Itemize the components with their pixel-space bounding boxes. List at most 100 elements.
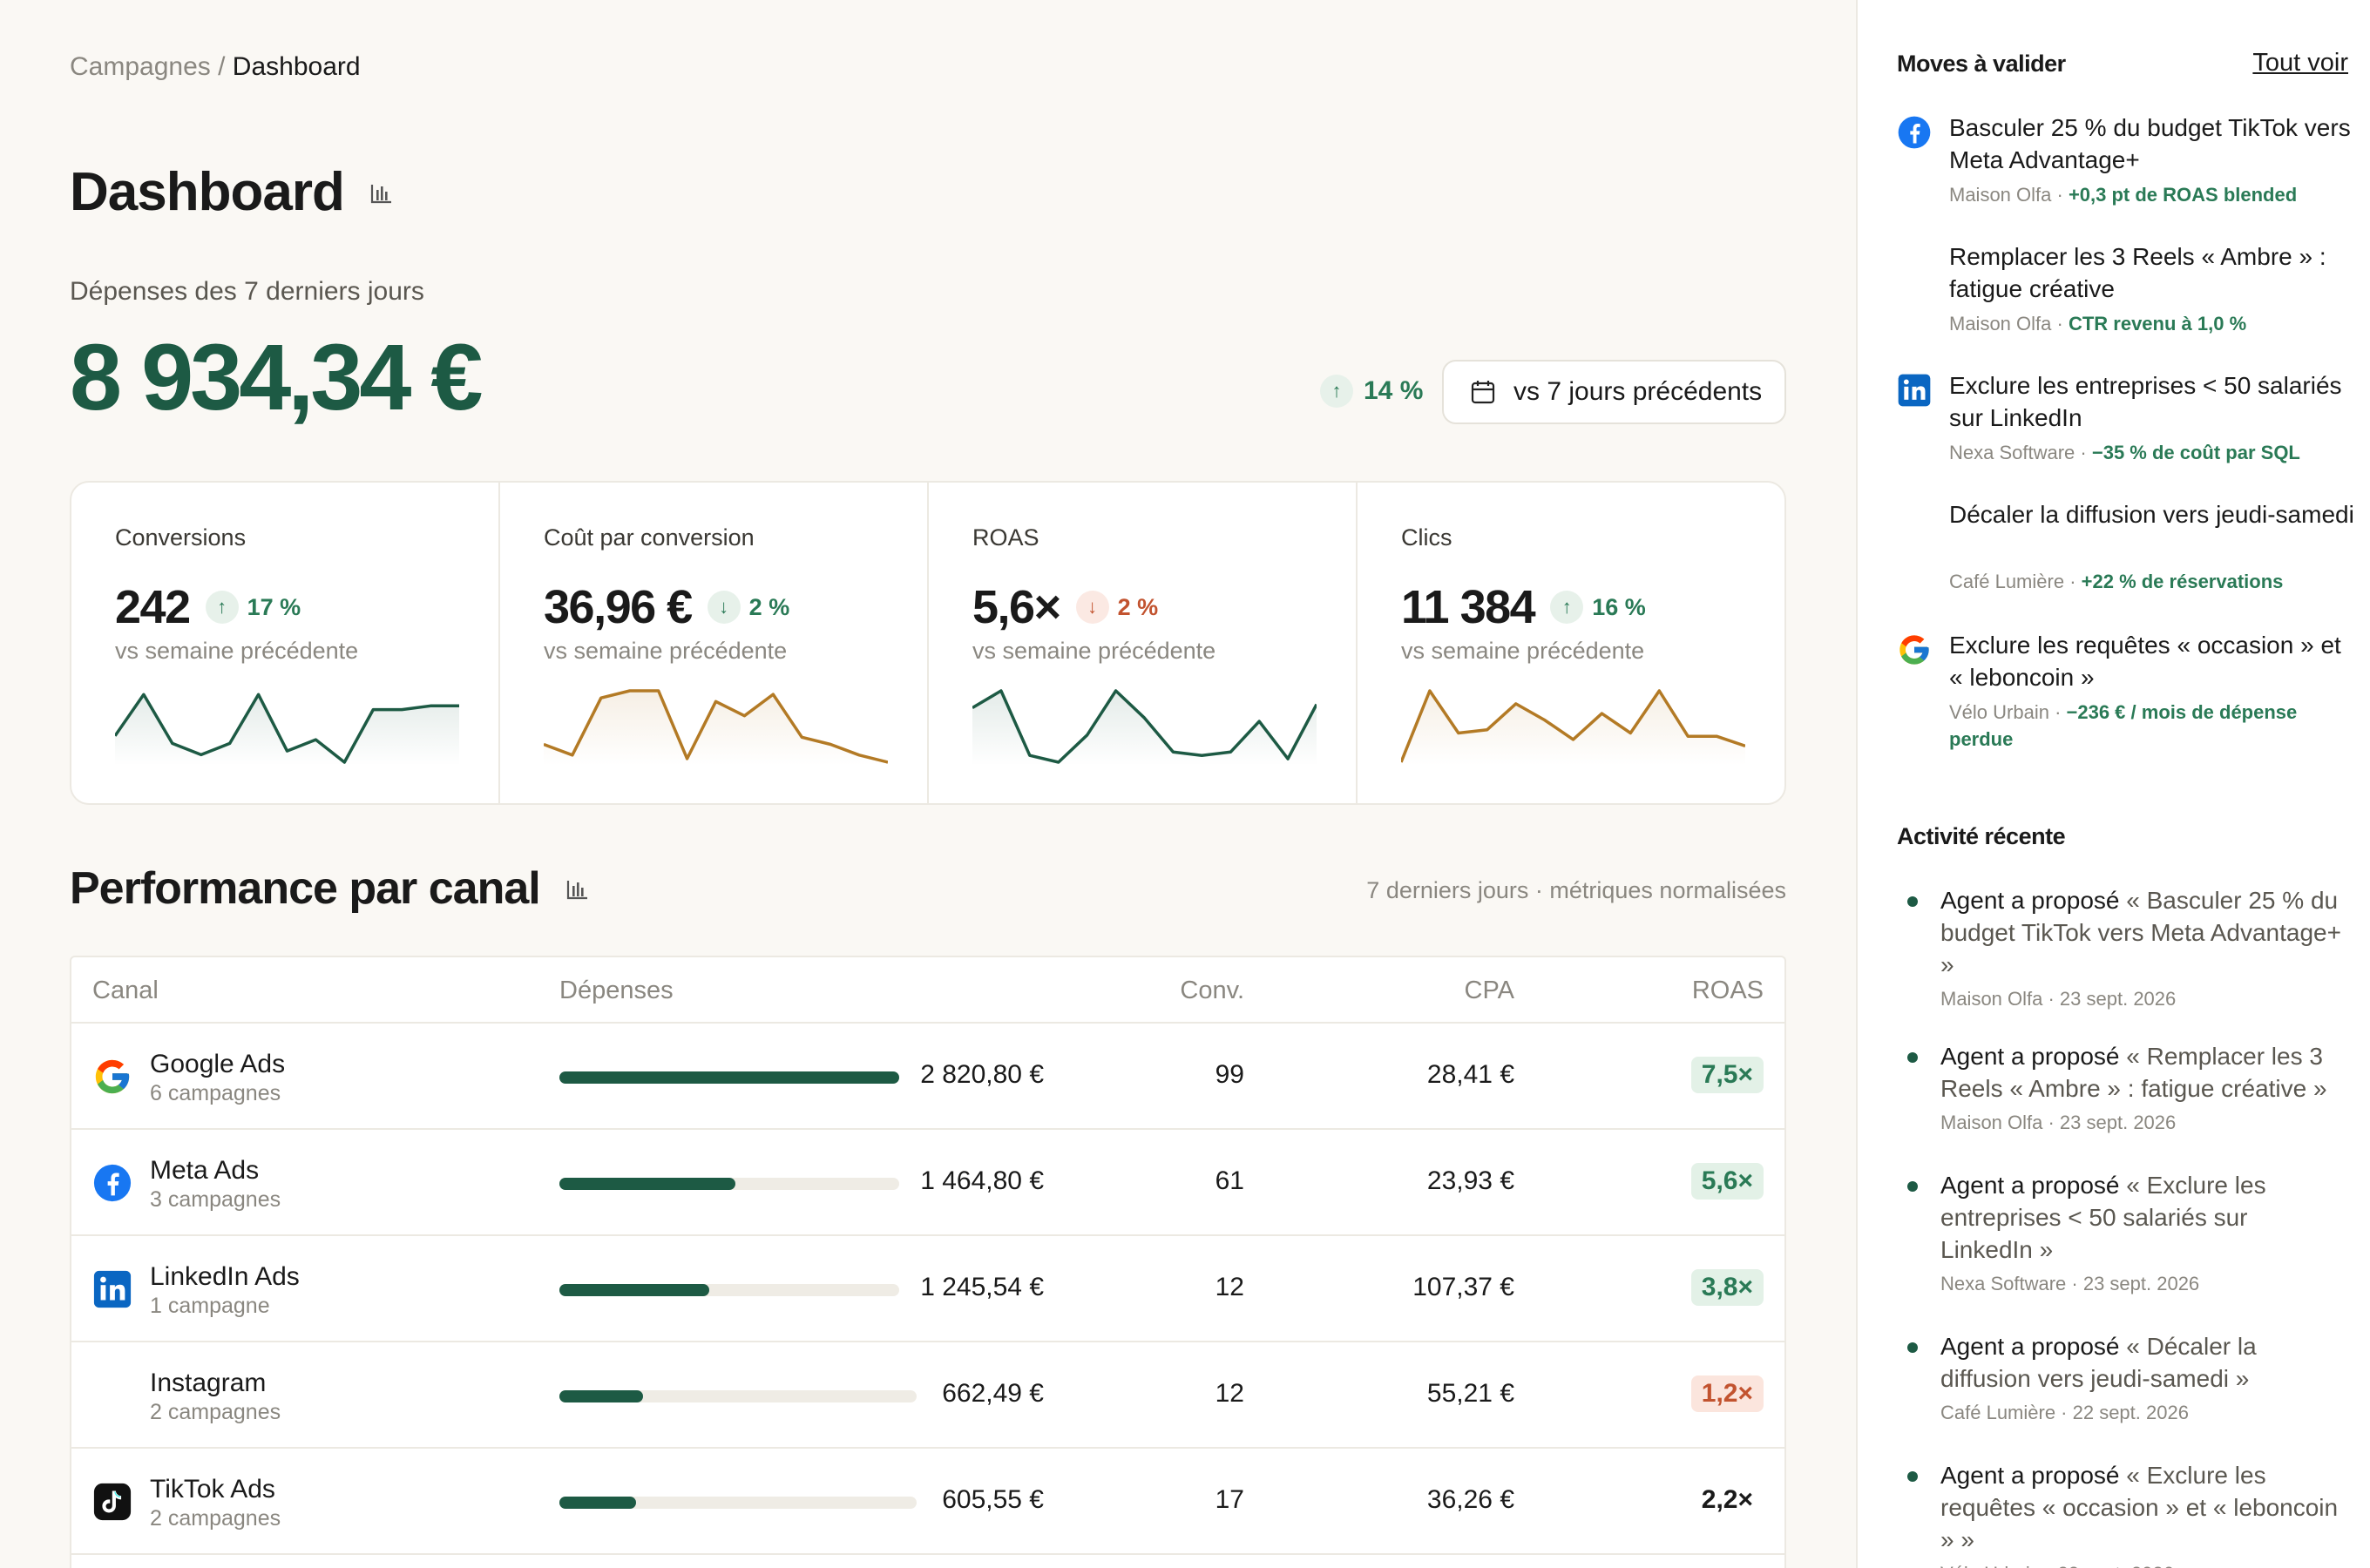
kpi-0: Conversions 242 ↑ 17 % vs semaine précéd…: [71, 483, 500, 803]
spend-delta-value: 14 %: [1364, 376, 1424, 405]
activity-meta: Maison Olfa · 23 sept. 2026: [1940, 988, 2177, 1010]
compare-period-label: vs 7 jours précédents: [1513, 377, 1763, 406]
section-title: Performance par canal: [70, 862, 591, 915]
spend-bar: [559, 1178, 899, 1190]
kpi-value-row: 11 384 ↑ 16 %: [1401, 580, 1646, 634]
breadcrumb-parent[interactable]: Campagnes: [70, 52, 211, 81]
move-item[interactable]: Basculer 25 % du budget TikTok vers Meta…: [1897, 112, 2351, 233]
calendar-icon: [1471, 381, 1495, 404]
channel-name: LinkedIn Ads: [150, 1262, 300, 1291]
main-panel: Campagnes / Dashboard Dashboard Dépenses…: [0, 0, 1856, 1568]
table-row[interactable]: Instagram 2 campagnes 662,49 € 12 55,21 …: [71, 1342, 1784, 1449]
channel-spend: 605,55 €: [942, 1485, 1044, 1514]
section-title-text: Performance par canal: [70, 863, 541, 914]
kpi-label: Coût par conversion: [544, 524, 755, 551]
activity-meta: Vélo Urbain · 22 sept. 2026: [1940, 1563, 2174, 1568]
move-client: Nexa Software: [1949, 442, 2075, 463]
move-client: Maison Olfa: [1949, 313, 2052, 335]
activity-meta: Maison Olfa · 23 sept. 2026: [1940, 1112, 2177, 1133]
channel-spend: 1 245,54 €: [920, 1273, 1044, 1301]
channel-conversions: 61: [1215, 1166, 1244, 1195]
activity-actor: Agent a proposé: [1940, 1333, 2120, 1360]
channel-campaign-count: 2 campagnes: [150, 1400, 281, 1424]
breadcrumb-separator: /: [218, 52, 226, 81]
moves-title: Moves à valider: [1897, 51, 2066, 77]
linkedin-logo: [92, 1269, 132, 1309]
move-impact: +22 % de réservations: [2081, 571, 2284, 592]
move-client: Vélo Urbain: [1949, 701, 2049, 723]
kpi-delta: ↑ 17 %: [205, 591, 301, 624]
activity-dot: [1907, 1181, 1918, 1192]
right-sidebar: Moves à valider Tout voir Basculer 25 % …: [1856, 0, 2370, 1568]
kpi-comparison: vs semaine précédente: [972, 638, 1216, 664]
move-item[interactable]: Exclure les requêtes « occasion » et « l…: [1897, 629, 2350, 751]
google-icon: [1897, 632, 1932, 667]
move-impact: +0,3 pt de ROAS blended: [2068, 184, 2298, 206]
table-body: Google Ads 6 campagnes 2 820,80 € 99 28,…: [71, 1024, 1784, 1555]
sparkline-area: [1401, 691, 1745, 766]
kpi-comparison: vs semaine précédente: [544, 638, 788, 664]
bar-chart-icon[interactable]: [565, 875, 591, 902]
header-spend[interactable]: Dépenses: [559, 977, 674, 1005]
kpi-card: Conversions 242 ↑ 17 % vs semaine précéd…: [70, 481, 1786, 805]
channel-cpa: 55,21 €: [1426, 1379, 1514, 1408]
spend-bar-fill: [559, 1178, 736, 1190]
move-client: Maison Olfa: [1949, 184, 2052, 206]
activity-text: Agent a proposé « Exclure les entreprise…: [1940, 1169, 2341, 1266]
kpi-value-row: 5,6× ↓ 2 %: [972, 580, 1158, 634]
channel-spend: 662,49 €: [942, 1379, 1044, 1408]
header-channel[interactable]: Canal: [92, 977, 159, 1005]
header-roas[interactable]: ROAS: [1692, 977, 1764, 1005]
spend-bar: [559, 1071, 899, 1084]
kpi-label: ROAS: [972, 524, 1039, 551]
channel-name: Instagram: [150, 1369, 267, 1397]
move-client: Café Lumière: [1949, 571, 2065, 592]
move-item[interactable]: Remplacer les 3 Reels « Ambre » : fatigu…: [1897, 240, 2350, 362]
page-title: Dashboard: [70, 161, 395, 223]
table-row[interactable]: Meta Ads 3 campagnes 1 464,80 € 61 23,93…: [71, 1130, 1784, 1236]
header-cpa[interactable]: CPA: [1465, 977, 1514, 1005]
kpi-1: Coût par conversion 36,96 € ↓ 2 % vs sem…: [500, 483, 929, 803]
spend-label: Dépenses des 7 derniers jours: [70, 277, 424, 306]
kpi-label: Conversions: [115, 524, 247, 551]
bar-chart-icon[interactable]: [369, 179, 395, 206]
table-row[interactable]: TikTok Ads 2 campagnes 605,55 € 17 36,26…: [71, 1449, 1784, 1555]
channel-name: Google Ads: [150, 1050, 286, 1078]
table-row[interactable]: LinkedIn Ads 1 campagne 1 245,54 € 12 10…: [71, 1236, 1784, 1342]
channel-cpa: 28,41 €: [1426, 1060, 1514, 1089]
activity-meta: Café Lumière · 22 sept. 2026: [1940, 1402, 2189, 1423]
channel-conversions: 12: [1215, 1379, 1244, 1408]
kpi-comparison: vs semaine précédente: [115, 638, 359, 664]
activity-actor: Agent a proposé: [1940, 1172, 2120, 1199]
compare-period-button[interactable]: vs 7 jours précédents: [1442, 360, 1786, 424]
header-conv[interactable]: Conv.: [1180, 977, 1244, 1005]
channel-roas-badge: 7,5×: [1690, 1057, 1764, 1093]
activity-actor: Agent a proposé: [1940, 887, 2120, 914]
spend-delta: ↑ 14 %: [1320, 375, 1423, 408]
channel-roas-badge: 1,2×: [1690, 1375, 1764, 1412]
table-header: Canal Dépenses Conv. CPA ROAS: [71, 957, 1784, 1024]
move-meta: Café Lumière · +22 % de réservations: [1949, 571, 2284, 592]
move-item[interactable]: Décaler la diffusion vers jeudi-samedi C…: [1897, 498, 2354, 620]
move-meta: Maison Olfa · +0,3 pt de ROAS blended: [1949, 184, 2298, 206]
kpi-value: 242: [115, 581, 191, 633]
activity-text: Agent a proposé « Décaler la diffusion v…: [1940, 1330, 2341, 1395]
channel-spend: 2 820,80 €: [920, 1060, 1044, 1089]
channel-cpa: 36,26 €: [1426, 1485, 1514, 1514]
kpi-sparkline: [115, 693, 459, 766]
move-impact: −35 % de coût par SQL: [2091, 442, 2300, 463]
channel-table: Canal Dépenses Conv. CPA ROAS Google Ads…: [70, 956, 1786, 1568]
channel-spend: 1 464,80 €: [920, 1166, 1044, 1195]
kpi-label: Clics: [1401, 524, 1452, 551]
move-item[interactable]: Exclure les entreprises < 50 salariés su…: [1897, 369, 2350, 491]
see-all-link[interactable]: Tout voir: [2252, 49, 2348, 78]
kpi-sparkline: [544, 689, 888, 766]
channel-name: Meta Ads: [150, 1156, 260, 1185]
arrow-up-icon: ↑: [1320, 375, 1353, 408]
arrow-up-icon: ↑: [205, 591, 239, 624]
activity-title: Activité récente: [1897, 823, 2066, 849]
move-title: Basculer 25 % du budget TikTok vers Meta…: [1949, 114, 2351, 173]
activity-dot: [1907, 1471, 1918, 1482]
table-row[interactable]: Google Ads 6 campagnes 2 820,80 € 99 28,…: [71, 1024, 1784, 1130]
google-logo: [92, 1057, 132, 1097]
